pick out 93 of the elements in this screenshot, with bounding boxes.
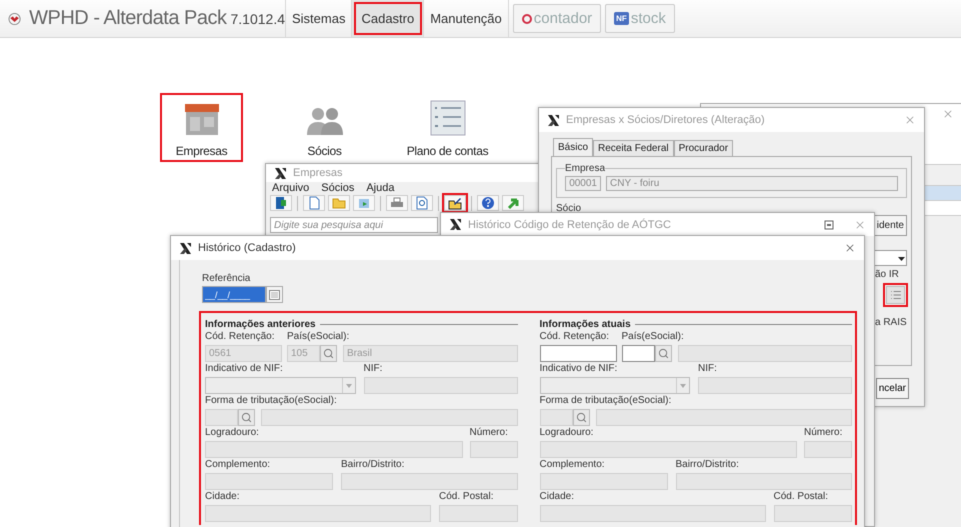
- preview-icon: [415, 196, 429, 210]
- e-mark-icon: [522, 14, 532, 24]
- field-label: NIF:: [698, 363, 718, 374]
- caret-icon: [342, 378, 354, 393]
- field-label: Número:: [804, 427, 844, 438]
- field-label: Cidade:: [540, 491, 575, 502]
- field-label: Número:: [470, 427, 509, 438]
- field-label: Bairro/Distrito:: [676, 459, 740, 470]
- search-icon: [576, 412, 586, 423]
- section-title: Informações anteriores: [205, 318, 316, 330]
- field-label: Cód. Postal:: [439, 491, 494, 502]
- toolbar-button[interactable]: [477, 195, 499, 211]
- printer-icon: [390, 196, 404, 210]
- calendar-button[interactable]: [266, 286, 283, 303]
- search-field[interactable]: Digite sua pesquisa aqui: [270, 217, 438, 233]
- field-label: Forma de tributação(eSocial):: [205, 395, 338, 406]
- field-label: NIF:: [364, 363, 384, 374]
- menu-item[interactable]: Ajuda: [366, 182, 394, 195]
- app-icon: [274, 166, 287, 180]
- field-label: País(eSocial):: [287, 331, 350, 342]
- section-title: Informações atuais: [540, 318, 631, 330]
- tab[interactable]: Procurador: [674, 140, 734, 156]
- search-icon: [658, 348, 668, 359]
- launcher-item[interactable]: Plano de contas: [406, 93, 489, 162]
- people-icon: [306, 106, 344, 136]
- name-field[interactable]: [678, 345, 852, 362]
- app-title: WPHD - Alterdata Pack: [29, 7, 226, 30]
- window-title: Histórico Código de Retenção de AÓTGC: [468, 218, 672, 230]
- menu-tab[interactable]: Manutenção: [424, 0, 509, 37]
- launcher-item[interactable]: Empresas: [160, 93, 243, 162]
- field-label: Cidade:: [205, 491, 240, 502]
- close-icon[interactable]: [844, 242, 856, 254]
- list-button[interactable]: [886, 286, 905, 304]
- field-label: Sócio: [556, 204, 582, 214]
- field-label: Indicativo de NIF:: [540, 363, 618, 374]
- field-label: Indicativo de NIF:: [205, 363, 284, 374]
- restore-icon[interactable]: [824, 220, 834, 230]
- window-title: Empresas: [293, 167, 344, 179]
- field-label: Cód. Retenção:: [540, 331, 610, 342]
- door-icon: [274, 196, 288, 210]
- document-icon: [307, 196, 321, 210]
- field-label: Complemento:: [540, 459, 606, 470]
- folder-icon: [332, 196, 346, 210]
- menu-item[interactable]: Arquivo: [272, 182, 310, 195]
- folder-edit-icon: [448, 196, 462, 210]
- field-label: Referência: [202, 273, 252, 284]
- app-icon: [449, 218, 462, 231]
- toolbar-button[interactable]: [411, 195, 433, 211]
- tab[interactable]: Básico: [553, 138, 594, 156]
- cancel-button[interactable]: ncelar: [876, 378, 909, 399]
- toolbar-button[interactable]: [444, 195, 466, 211]
- search-icon: [323, 348, 334, 359]
- toggle-button[interactable]: idente: [874, 215, 907, 236]
- field-label: País(eSocial):: [622, 331, 685, 342]
- building-icon: [184, 102, 220, 136]
- arrow-icon: [506, 196, 520, 210]
- checkbox-label: a RAIS: [875, 318, 907, 328]
- brand-button[interactable]: NF stock: [605, 4, 675, 33]
- help-icon: [481, 196, 495, 210]
- menu-tab[interactable]: Cadastro: [352, 0, 424, 37]
- field-label: Logradouro:: [205, 427, 260, 438]
- search-button[interactable]: [654, 345, 672, 362]
- search-icon: [241, 412, 252, 423]
- name-field[interactable]: [261, 409, 518, 426]
- window-title: Histórico (Cadastro): [198, 242, 297, 254]
- code-field[interactable]: [622, 345, 654, 362]
- window-title: Empresas x Sócios/Diretores (Alteração): [566, 114, 766, 126]
- field-label: Cód. Postal:: [774, 491, 829, 502]
- name-field[interactable]: [596, 409, 852, 426]
- calendar-icon: [269, 290, 280, 300]
- dropdown-field[interactable]: [873, 250, 907, 266]
- caret-icon: [676, 378, 689, 393]
- field-label: ão IR: [875, 270, 899, 280]
- numbered-list-icon: [430, 100, 466, 136]
- search-button[interactable]: [238, 409, 255, 426]
- tab[interactable]: Receita Federal: [593, 140, 674, 156]
- version-label: 7.1012.4: [230, 10, 285, 26]
- field-label: Logradouro:: [540, 427, 594, 438]
- input-field[interactable]: [540, 345, 616, 362]
- field-label: Cód. Retenção:: [205, 331, 276, 342]
- search-button[interactable]: [572, 409, 590, 426]
- field-label: Forma de tributação(eSocial):: [540, 395, 672, 406]
- menu-item[interactable]: Sócios: [321, 182, 354, 195]
- app-icon: [179, 242, 192, 254]
- app-icon: [547, 114, 560, 126]
- search-button[interactable]: [320, 345, 337, 362]
- group-label: Empresa: [565, 163, 606, 174]
- field-label: Bairro/Distrito:: [341, 459, 406, 470]
- field-label: Complemento:: [205, 459, 272, 470]
- toolbar-button[interactable]: [270, 195, 292, 211]
- export-icon: [357, 196, 371, 210]
- launcher-item[interactable]: Sócios: [283, 93, 366, 162]
- date-field[interactable]: __/__/____: [202, 286, 266, 303]
